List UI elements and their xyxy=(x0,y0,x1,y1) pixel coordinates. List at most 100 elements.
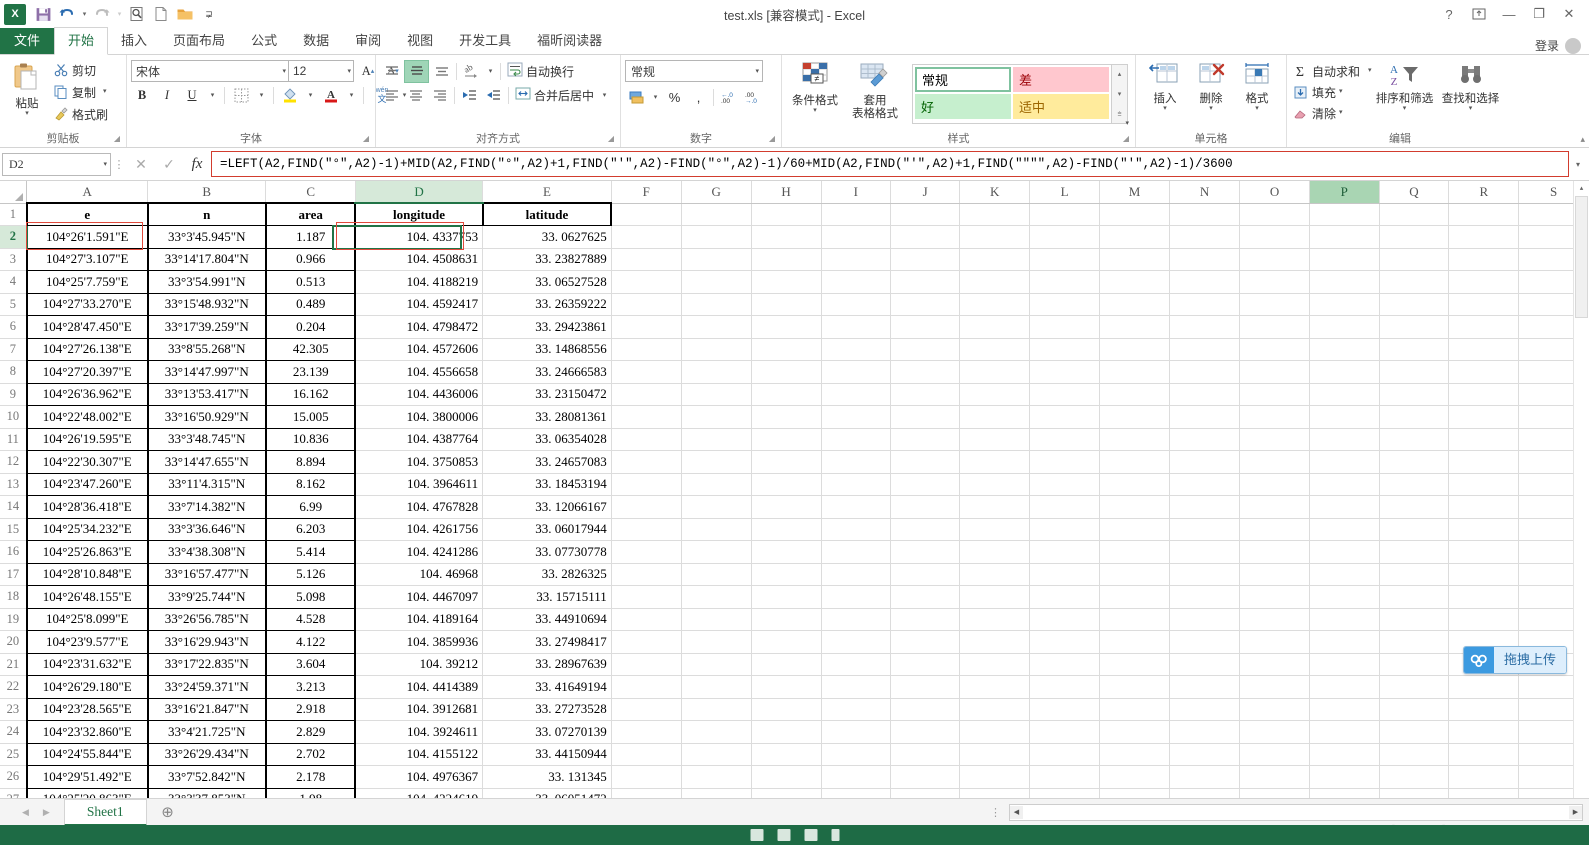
cell-b9[interactable]: 33°13'53.417"N xyxy=(146,382,267,406)
cell-p8[interactable] xyxy=(1309,360,1380,384)
cell-q22[interactable] xyxy=(1379,675,1450,699)
row-header-23[interactable]: 23 xyxy=(0,698,28,721)
cell-e21[interactable]: 33. 28967639 xyxy=(482,653,612,676)
paste-dropdown-icon[interactable]: ▾ xyxy=(25,110,29,117)
cell-h5[interactable] xyxy=(751,293,822,316)
cell-m16[interactable] xyxy=(1099,540,1171,564)
cell-i17[interactable] xyxy=(821,563,891,586)
cell-f12[interactable] xyxy=(611,450,682,474)
cell-j15[interactable] xyxy=(890,518,961,541)
cell-o20[interactable] xyxy=(1239,630,1310,654)
cell-r17[interactable] xyxy=(1448,563,1520,586)
confirm-edit-icon[interactable]: ✓ xyxy=(155,153,183,175)
cell-e11[interactable]: 33. 06354028 xyxy=(482,428,612,451)
row-header-26[interactable]: 26 xyxy=(0,765,28,789)
cell-e14[interactable]: 33. 12066167 xyxy=(482,495,612,519)
cell-a15[interactable]: 104°25'34.232"E xyxy=(25,517,149,541)
cell-n12[interactable] xyxy=(1169,450,1241,474)
cell-h17[interactable] xyxy=(751,563,822,586)
column-header-k[interactable]: K xyxy=(959,181,1031,204)
font-color-dropdown-icon[interactable]: ▾ xyxy=(345,85,358,106)
cell-n15[interactable] xyxy=(1169,518,1241,541)
column-header-n[interactable]: N xyxy=(1169,181,1241,204)
cell-m20[interactable] xyxy=(1099,630,1171,654)
cell-o18[interactable] xyxy=(1239,585,1310,609)
cell-g27[interactable] xyxy=(681,788,752,798)
cell-e19[interactable]: 33. 44910694 xyxy=(482,608,612,631)
cell-o10[interactable] xyxy=(1239,405,1310,429)
cell-k27[interactable] xyxy=(959,788,1031,798)
cell-h9[interactable] xyxy=(751,383,822,406)
cell-k12[interactable] xyxy=(959,450,1031,474)
find-select-button[interactable]: 查找和选择 ▾ xyxy=(1438,60,1504,112)
cell-d26[interactable]: 104. 4976367 xyxy=(355,765,484,789)
cell-r1[interactable] xyxy=(1448,203,1520,226)
cell-q15[interactable] xyxy=(1379,518,1450,541)
cell-h25[interactable] xyxy=(751,743,822,766)
customize-qat-icon[interactable]: ⋥ xyxy=(198,3,220,25)
row-header-2[interactable]: 2 xyxy=(0,225,28,249)
cell-b5[interactable]: 33°15'48.932"N xyxy=(146,292,267,316)
cell-q27[interactable] xyxy=(1379,788,1450,798)
find-select-dropdown-icon[interactable]: ▾ xyxy=(1469,105,1473,112)
cell-f9[interactable] xyxy=(611,383,682,406)
add-sheet-icon[interactable]: ⊕ xyxy=(155,801,181,823)
cell-e6[interactable]: 33. 29423861 xyxy=(482,315,612,339)
cell-g11[interactable] xyxy=(681,428,752,451)
cell-m22[interactable] xyxy=(1099,675,1171,699)
cell-d23[interactable]: 104. 3912681 xyxy=(355,698,484,721)
cell-b22[interactable]: 33°24'59.371"N xyxy=(146,675,267,699)
cell-k21[interactable] xyxy=(959,653,1031,676)
cell-g12[interactable] xyxy=(681,450,752,474)
cell-d20[interactable]: 104. 3859936 xyxy=(355,630,484,654)
row-header-20[interactable]: 20 xyxy=(0,630,28,654)
cell-m23[interactable] xyxy=(1099,698,1171,721)
cell-f1[interactable] xyxy=(611,203,682,226)
cell-j5[interactable] xyxy=(890,293,961,316)
cell-l1[interactable] xyxy=(1029,203,1100,226)
cell-d21[interactable]: 104. 39212 xyxy=(355,653,484,676)
borders-dropdown-icon[interactable]: ▾ xyxy=(255,85,268,106)
cell-c8[interactable]: 23.139 xyxy=(264,360,357,384)
fill-button[interactable]: 填充 ▾ xyxy=(1291,82,1372,102)
cell-k8[interactable] xyxy=(959,360,1031,384)
cell-style-neutral[interactable]: 适中 xyxy=(1013,94,1109,119)
cell-c25[interactable]: 2.702 xyxy=(264,742,357,766)
cell-o25[interactable] xyxy=(1239,743,1310,766)
cell-k6[interactable] xyxy=(959,315,1031,339)
baidu-upload-widget[interactable]: 拖拽上传 xyxy=(1463,646,1568,674)
cell-g26[interactable] xyxy=(681,765,752,789)
cell-b19[interactable]: 33°26'56.785"N xyxy=(146,607,267,631)
new-file-icon[interactable] xyxy=(150,3,172,25)
column-header-j[interactable]: J xyxy=(890,181,961,204)
cell-h3[interactable] xyxy=(751,248,822,271)
cell-j18[interactable] xyxy=(890,585,961,609)
open-folder-icon[interactable] xyxy=(174,3,196,25)
cell-n21[interactable] xyxy=(1169,653,1241,676)
cell-j2[interactable] xyxy=(890,225,961,249)
cell-o13[interactable] xyxy=(1239,473,1310,496)
cell-q11[interactable] xyxy=(1379,428,1450,451)
cell-n20[interactable] xyxy=(1169,630,1241,654)
cell-m18[interactable] xyxy=(1099,585,1171,609)
cell-f7[interactable] xyxy=(611,338,682,361)
close-button[interactable]: ✕ xyxy=(1555,3,1583,25)
merge-center-button[interactable]: 合并后居中 xyxy=(512,85,597,106)
cell-g15[interactable] xyxy=(681,518,752,541)
cell-i26[interactable] xyxy=(821,765,891,789)
header-cell-b[interactable]: n xyxy=(146,202,267,226)
cell-m5[interactable] xyxy=(1099,293,1171,316)
row-header-9[interactable]: 9 xyxy=(0,383,28,406)
cell-d18[interactable]: 104. 4467097 xyxy=(355,585,484,609)
taskbar-icon-4[interactable] xyxy=(831,829,839,841)
cell-l18[interactable] xyxy=(1029,585,1100,609)
signin-area[interactable]: 登录 xyxy=(1535,37,1589,54)
cell-k24[interactable] xyxy=(959,720,1031,744)
cell-g5[interactable] xyxy=(681,293,752,316)
cell-c18[interactable]: 5.098 xyxy=(264,585,357,609)
sort-filter-dropdown-icon[interactable]: ▾ xyxy=(1403,105,1407,112)
cell-k1[interactable] xyxy=(959,203,1031,226)
cell-e9[interactable]: 33. 23150472 xyxy=(482,383,612,406)
cell-c2[interactable]: 1.187 xyxy=(264,225,357,249)
cell-d27[interactable]: 104. 4224619 xyxy=(355,788,484,798)
